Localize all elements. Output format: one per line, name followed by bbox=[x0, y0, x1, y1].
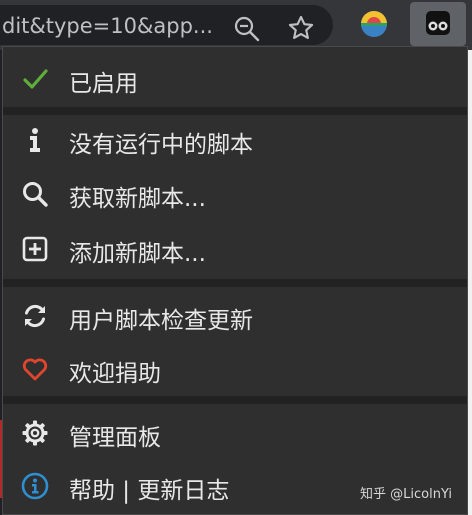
menu-item-label: 添加新脚本... bbox=[69, 241, 206, 267]
tampermonkey-icon bbox=[426, 11, 450, 35]
menu-item-label: 帮助 | 更新日志 bbox=[69, 478, 230, 504]
extension-icon[interactable] bbox=[358, 8, 390, 40]
bookmark-star-icon[interactable] bbox=[287, 14, 315, 42]
menu-item-no-running-scripts: 没有运行中的脚本 bbox=[3, 115, 467, 165]
heart-icon bbox=[22, 358, 48, 381]
menu-item-label: 用户脚本检查更新 bbox=[69, 308, 253, 334]
check-icon bbox=[23, 69, 48, 89]
info-circle-icon bbox=[21, 472, 49, 500]
menu-separator bbox=[3, 279, 467, 287]
watermark: 知乎 @LicolnYi bbox=[360, 487, 453, 502]
menu-item-add-new-script[interactable]: 添加新脚本... bbox=[3, 224, 467, 274]
menu-separator bbox=[3, 396, 467, 404]
menu-item-enabled[interactable]: 已启用 bbox=[3, 54, 467, 104]
menu-item-label: 欢迎捐助 bbox=[69, 361, 161, 387]
menu-item-label: 已启用 bbox=[69, 71, 138, 97]
menu-item-label: 获取新脚本... bbox=[69, 186, 206, 212]
menu-item-dashboard[interactable]: 管理面板 bbox=[3, 408, 467, 458]
tampermonkey-button[interactable] bbox=[410, 2, 466, 46]
address-bar[interactable]: dit&type=10&app... bbox=[0, 5, 333, 45]
browser-toolbar: dit&type=10&app... bbox=[0, 0, 472, 50]
menu-item-label: 没有运行中的脚本 bbox=[69, 132, 253, 158]
menu-item-donate[interactable]: 欢迎捐助 bbox=[3, 344, 467, 394]
tampermonkey-menu: 已启用 没有运行中的脚本 获取新脚本... 添加新脚本... 用户脚本检查更新 … bbox=[2, 46, 468, 515]
menu-separator bbox=[3, 107, 467, 115]
zoom-out-icon[interactable] bbox=[233, 15, 261, 43]
refresh-icon bbox=[25, 304, 45, 328]
page-background-edge bbox=[468, 50, 472, 515]
menu-item-label: 管理面板 bbox=[69, 425, 161, 451]
menu-item-get-new-scripts[interactable]: 获取新脚本... bbox=[3, 169, 467, 219]
search-icon bbox=[23, 182, 48, 207]
url-text[interactable]: dit&type=10&app... bbox=[2, 14, 214, 38]
info-icon bbox=[30, 128, 40, 152]
menu-item-check-updates[interactable]: 用户脚本检查更新 bbox=[3, 291, 467, 341]
gear-icon bbox=[22, 420, 48, 446]
plus-square-icon bbox=[22, 236, 48, 262]
